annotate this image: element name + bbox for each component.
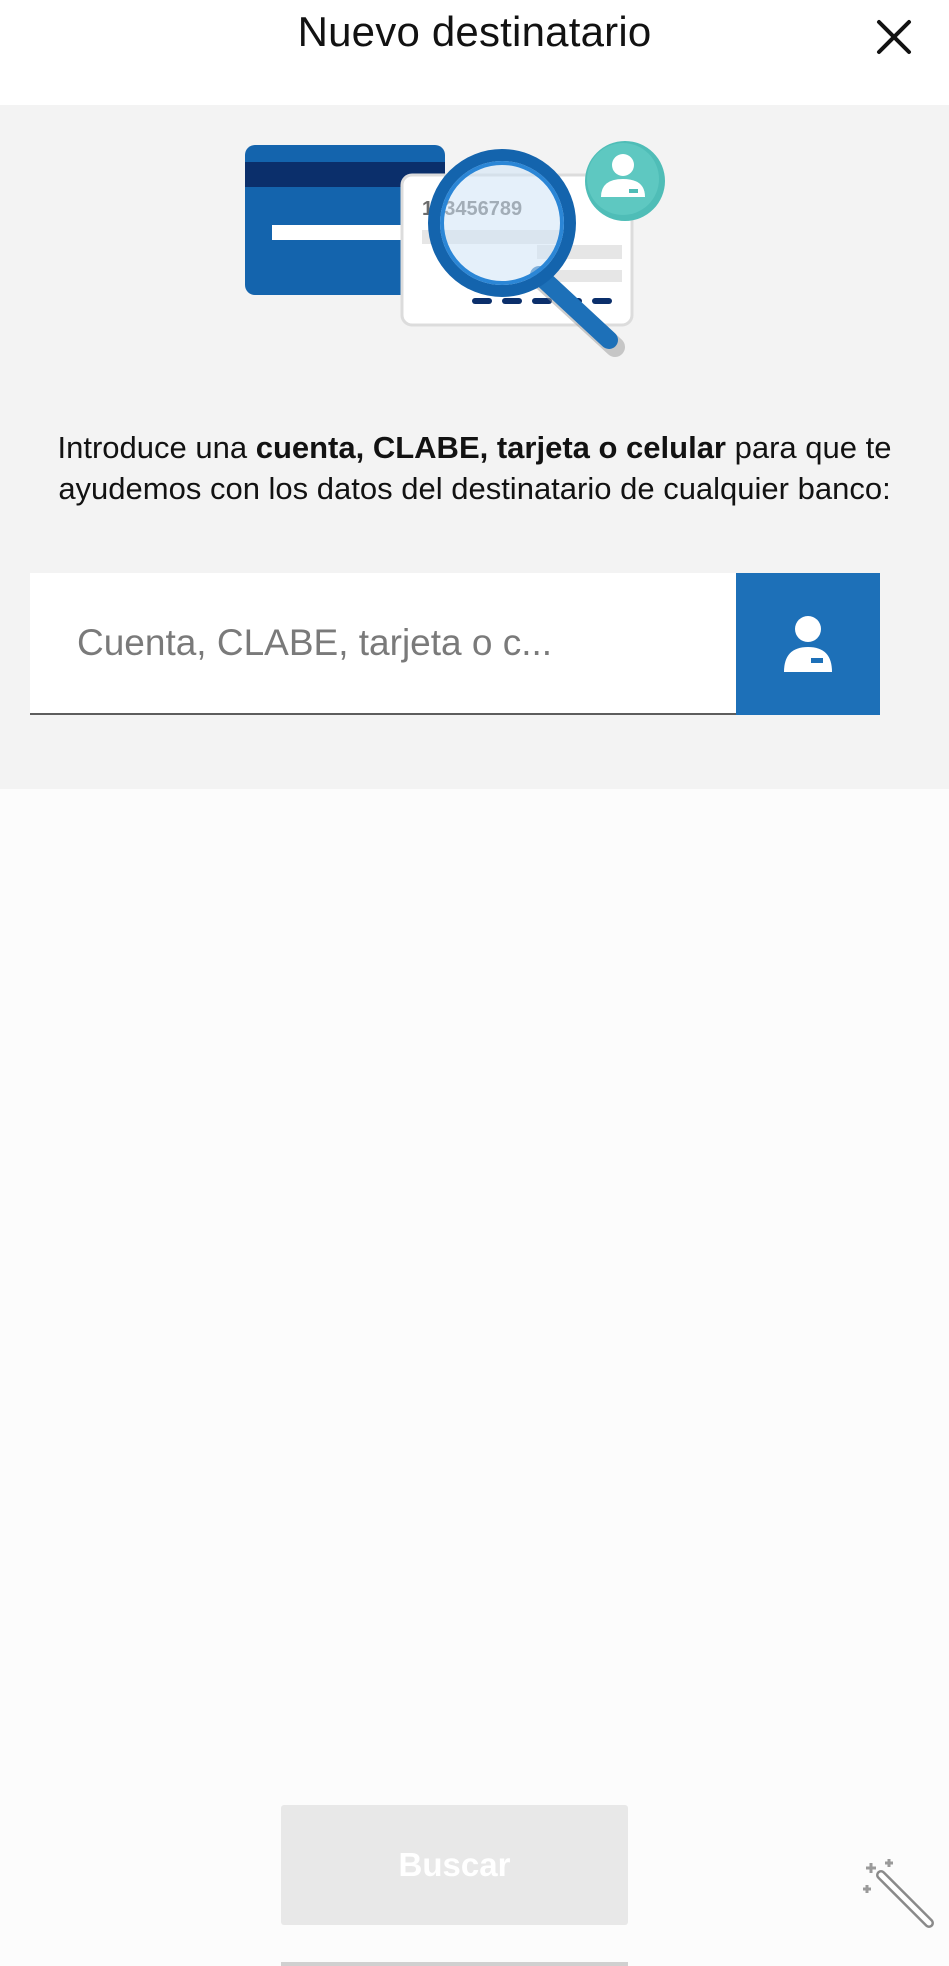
bottom-divider <box>281 1962 628 1966</box>
search-field-container <box>30 573 736 715</box>
magic-wand-icon[interactable] <box>861 1855 941 1935</box>
search-panel: 123456789 <box>0 105 949 789</box>
instructions-bold: cuenta, CLABE, tarjeta o celular <box>255 430 727 465</box>
close-icon <box>877 20 911 54</box>
page-title: Nuevo destinatario <box>297 8 652 55</box>
person-icon <box>784 616 832 672</box>
search-button[interactable]: Buscar <box>281 1805 628 1925</box>
instructions-prefix: Introduce una <box>57 430 256 465</box>
close-button[interactable] <box>869 12 919 62</box>
new-recipient-screen: Nuevo destinatario 123456789 <box>0 0 949 1966</box>
search-input[interactable] <box>77 622 736 664</box>
search-row <box>30 573 880 715</box>
contacts-button[interactable] <box>736 573 880 715</box>
user-badge-icon <box>585 141 665 221</box>
card-search-illustration: 123456789 <box>245 141 665 357</box>
instructions-text: Introduce una cuenta, CLABE, tarjeta o c… <box>30 427 919 509</box>
header: Nuevo destinatario <box>0 0 949 105</box>
